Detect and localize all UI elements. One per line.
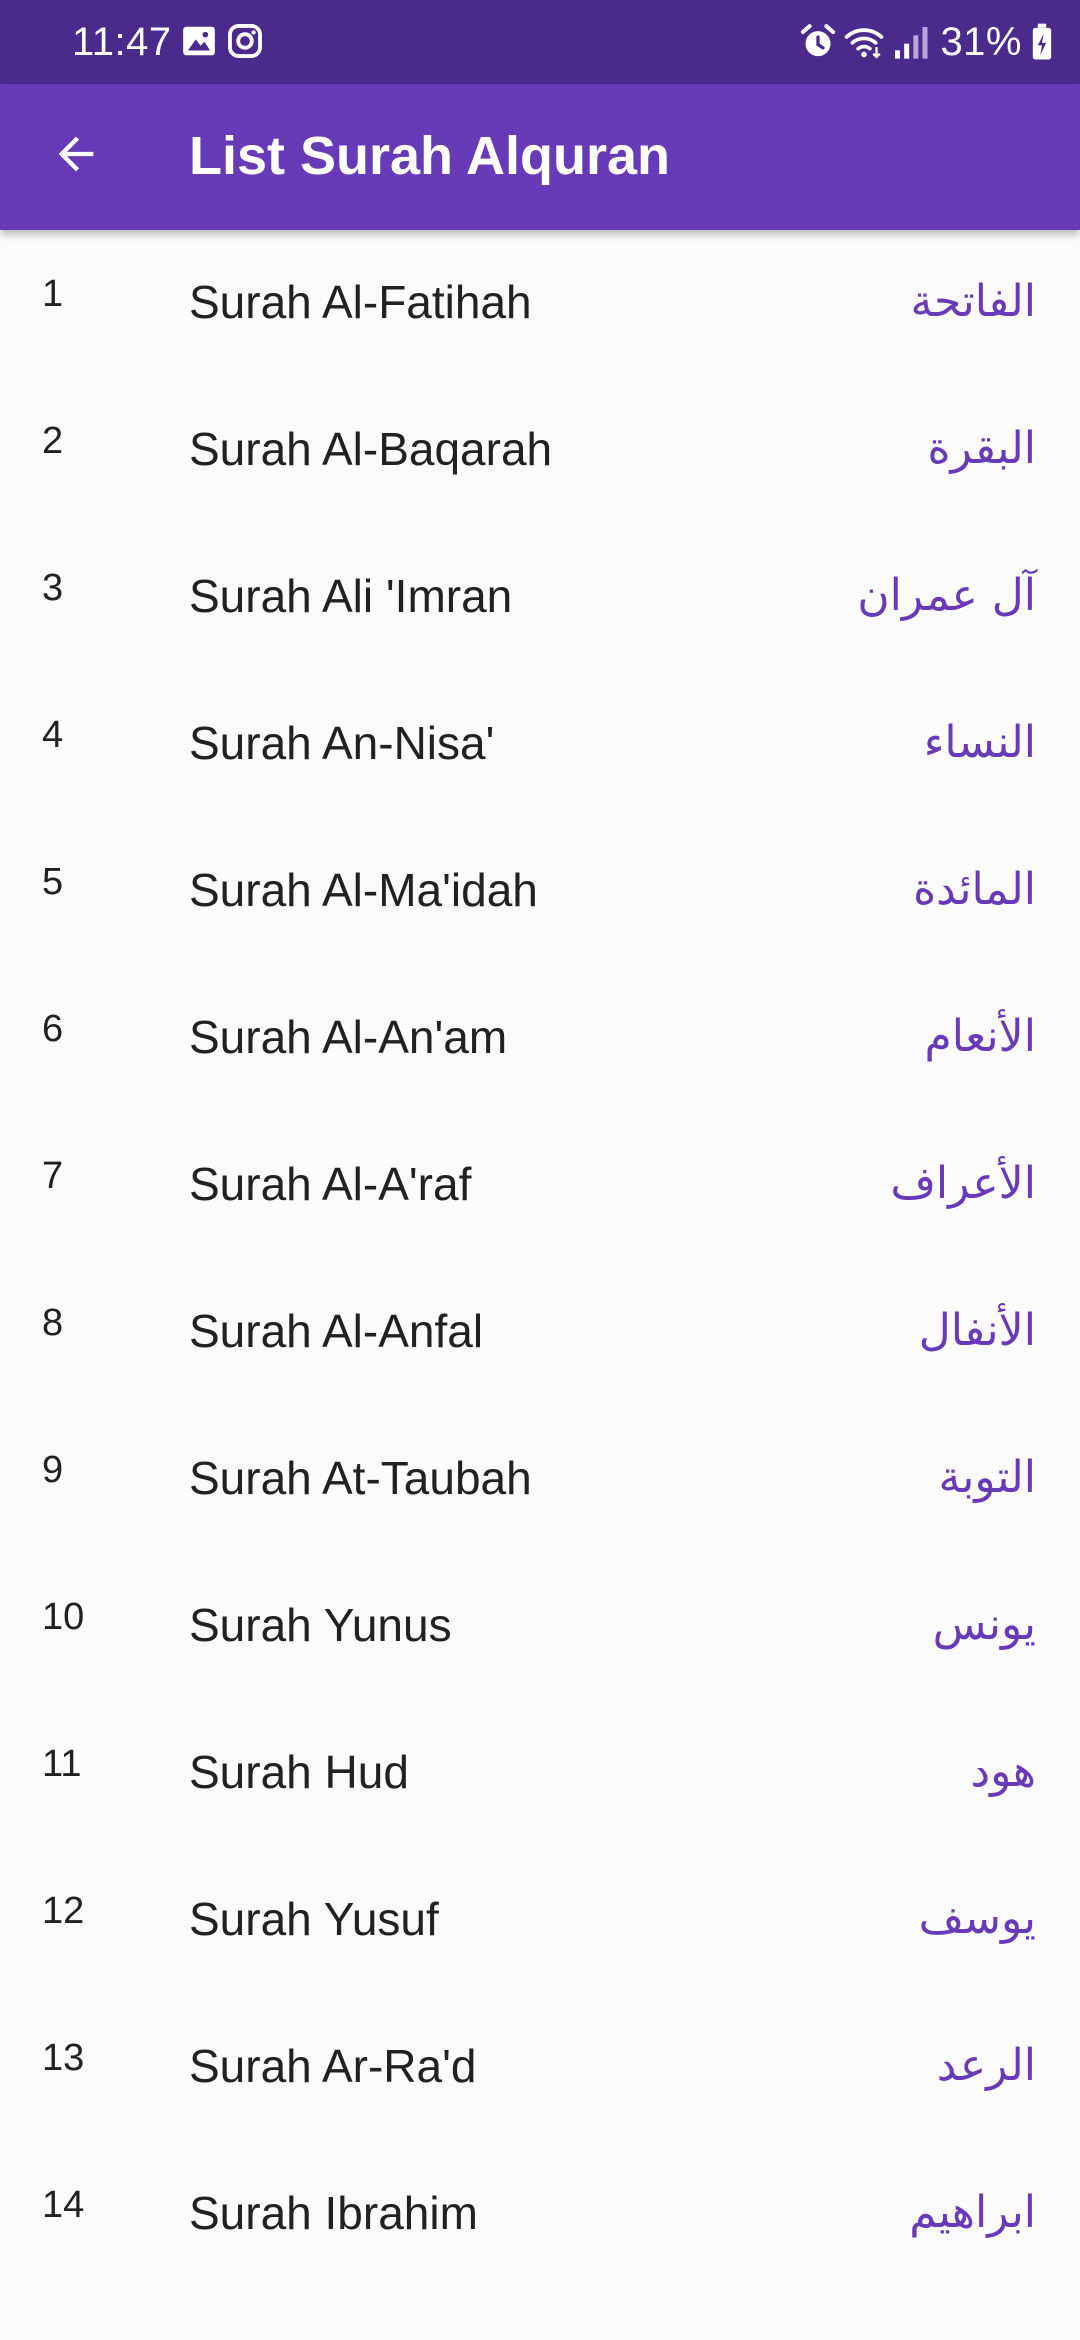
surah-list-item[interactable]: 3 Surah Ali 'Imran آل عمران [0,524,1080,671]
surah-name: Surah Ali 'Imran [189,570,513,622]
surah-number: 12 [42,1890,85,1932]
surah-list-item[interactable]: 10 Surah Yunus يونس [0,1553,1080,1700]
surah-list-item[interactable]: 11 Surah Hud هود [0,1700,1080,1847]
surah-number: 8 [42,1302,64,1344]
surah-name: Surah Al-An'am [189,1011,508,1063]
surah-number: 13 [42,2037,85,2079]
surah-name: Surah Ar-Ra'd [189,2040,477,2092]
surah-name: Surah Al-Fatihah [189,276,532,328]
surah-arabic-name: ابراهيم [909,2187,1036,2238]
surah-number: 2 [42,420,64,462]
surah-list-item[interactable]: 12 Surah Yusuf يوسف [0,1847,1080,1994]
surah-arabic-name: البقرة [927,423,1037,474]
surah-list-item[interactable]: 6 Surah Al-An'am الأنعام [0,965,1080,1112]
surah-list-item[interactable]: 9 Surah At-Taubah التوبة [0,1406,1080,1553]
surah-arabic-name: الرعد [936,2040,1036,2091]
surah-list-item[interactable]: 5 Surah Al-Ma'idah المائدة [0,818,1080,965]
arrow-back-icon [50,128,102,185]
surah-arabic-name: النساء [923,717,1036,768]
surah-list-item[interactable]: 13 Surah Ar-Ra'd الرعد [0,1994,1080,2141]
surah-name: Surah Al-Anfal [189,1305,484,1357]
surah-arabic-name: آل عمران [857,570,1036,621]
status-time: 11:47 [72,20,172,64]
page-title: List Surah Alquran [189,126,671,186]
surah-number: 4 [42,714,64,756]
surah-arabic-name: التوبة [938,1452,1036,1503]
surah-number: 5 [42,861,64,903]
surah-name: Surah An-Nisa' [189,717,495,769]
surah-number: 6 [42,1008,64,1050]
surah-name: Surah Hud [189,1746,409,1798]
surah-number: 9 [42,1449,64,1491]
signal-icon [890,22,930,62]
surah-list-item[interactable]: 14 Surah Ibrahim ابراهيم [0,2141,1080,2288]
surah-number: 7 [42,1155,64,1197]
surah-number: 1 [42,273,64,315]
instagram-icon [226,22,264,60]
surah-number: 10 [42,1596,85,1638]
image-icon [180,22,218,60]
surah-arabic-name: الأنفال [918,1305,1036,1356]
surah-name: Surah Al-Baqarah [189,423,553,475]
surah-list-item[interactable]: 1 Surah Al-Fatihah الفاتحة [0,230,1080,377]
surah-name: Surah Ibrahim [189,2187,478,2239]
surah-number: 11 [42,1743,82,1785]
surah-list[interactable]: 1 Surah Al-Fatihah الفاتحة 2 Surah Al-Ba… [0,230,1080,2340]
alarm-icon [798,22,838,62]
app-bar: List Surah Alquran [0,84,1080,230]
surah-list-item[interactable]: 7 Surah Al-A'raf الأعراف [0,1112,1080,1259]
surah-arabic-name: يوسف [918,1893,1036,1944]
surah-arabic-name: الأعراف [890,1158,1036,1209]
surah-arabic-name: الأنعام [924,1011,1036,1062]
surah-name: Surah Yusuf [189,1893,439,1945]
surah-arabic-name: هود [970,1746,1036,1797]
surah-arabic-name: المائدة [913,864,1036,915]
surah-number: 14 [42,2184,85,2226]
surah-list-item[interactable]: 8 Surah Al-Anfal الأنفال [0,1259,1080,1406]
status-right-group: 31% [792,14,1056,70]
surah-number: 3 [42,567,64,609]
wifi-icon [844,22,884,62]
surah-name: Surah At-Taubah [189,1452,532,1504]
surah-name: Surah Al-Ma'idah [189,864,538,916]
surah-arabic-name: الفاتحة [910,276,1036,327]
surah-list-item[interactable]: 4 Surah An-Nisa' النساء [0,671,1080,818]
surah-name: Surah Al-A'raf [189,1158,472,1210]
surah-name: Surah Yunus [189,1599,452,1651]
battery-charging-icon [1028,22,1056,62]
surah-list-item[interactable]: 2 Surah Al-Baqarah البقرة [0,377,1080,524]
status-bar: 11:47 31% [0,0,1080,84]
battery-percent: 31% [940,20,1022,64]
back-button[interactable] [40,120,112,192]
surah-arabic-name: يونس [932,1599,1036,1650]
